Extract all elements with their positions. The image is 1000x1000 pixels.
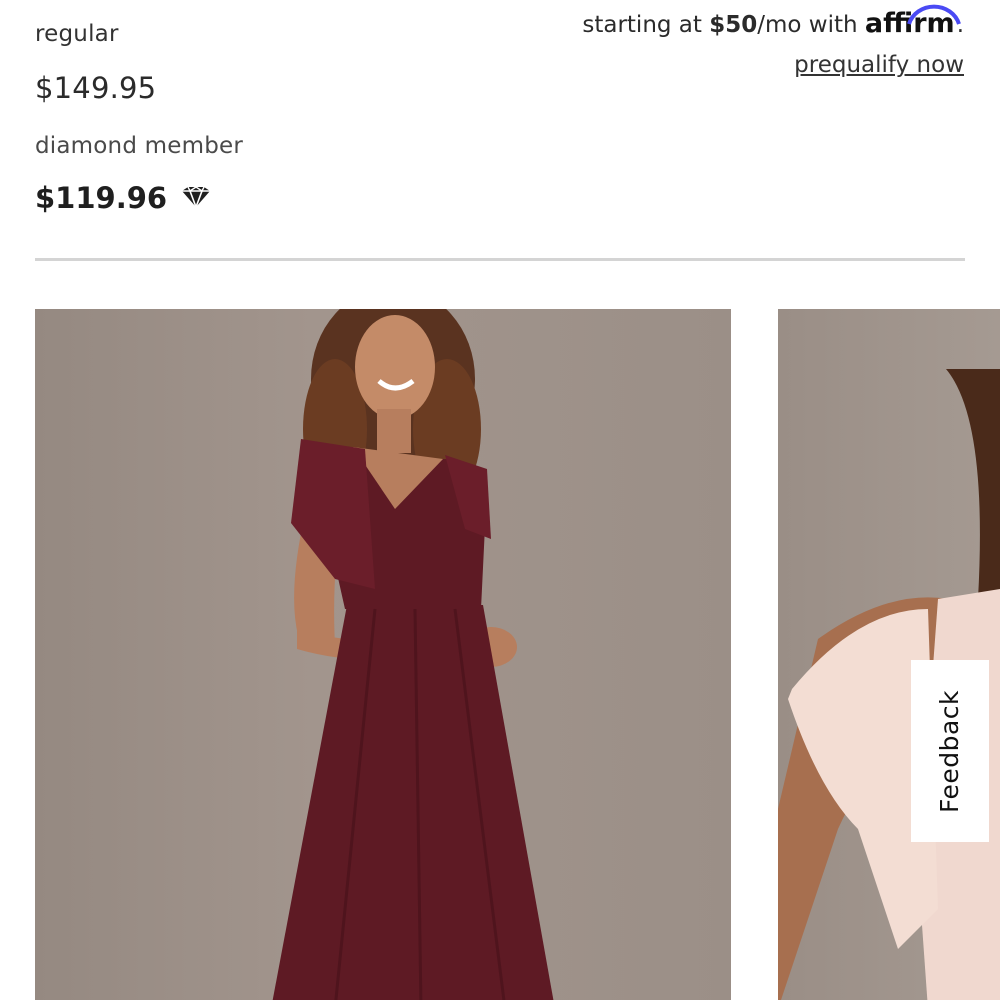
product-detail-page: regular $149.95 diamond member $119.96 s… [0, 0, 1000, 1000]
prequalify-now-link[interactable]: prequalify now [794, 52, 964, 78]
diamond-icon [182, 187, 211, 209]
diamond-member-label: diamond member [35, 133, 244, 159]
regular-price-label: regular [35, 21, 119, 47]
diamond-member-price: $119.96 [35, 181, 213, 215]
product-image-main[interactable] [35, 309, 731, 1000]
financing-suffix: /mo with [757, 12, 865, 38]
model-burgundy-dress-illustration [272, 309, 554, 1000]
feedback-tab[interactable]: Feedback [911, 660, 989, 842]
regular-price-value: $149.95 [35, 71, 157, 105]
diamond-member-price-value: $119.96 [35, 181, 168, 215]
financing-amount: $50 [709, 12, 758, 38]
product-image-secondary[interactable] [778, 309, 1000, 1000]
section-divider [35, 258, 965, 261]
affirm-logo: affirm [865, 4, 961, 39]
feedback-label: Feedback [935, 689, 965, 813]
model-blush-dress-illustration [778, 369, 1000, 1000]
affirm-financing-line: starting at $50/mo with affirm. [582, 4, 964, 39]
financing-prefix: starting at [582, 12, 710, 38]
affirm-arc-icon [906, 4, 961, 25]
